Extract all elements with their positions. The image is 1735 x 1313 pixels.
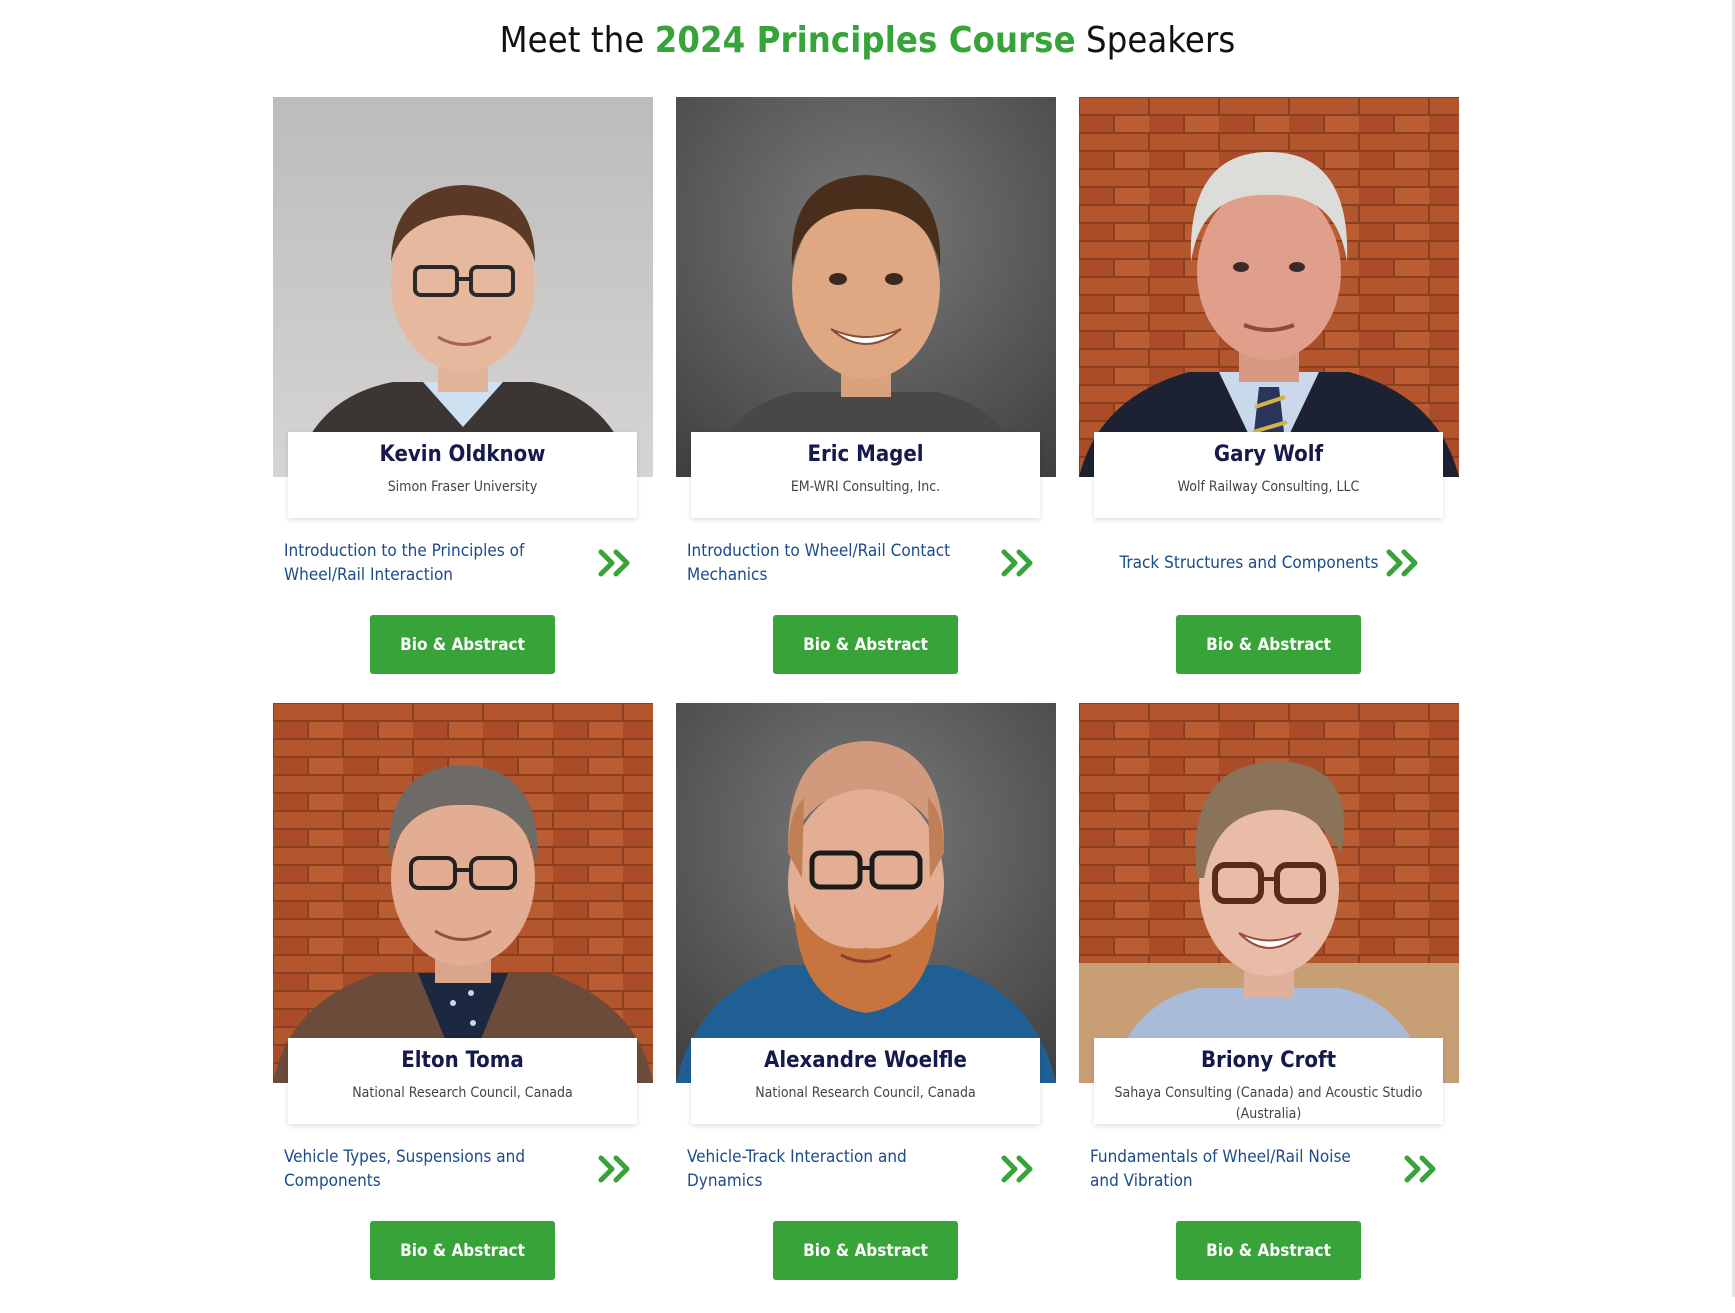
speaker-organization: National Research Council, Canada (352, 1085, 573, 1101)
double-chevron-right-icon[interactable] (1404, 1154, 1438, 1184)
speaker-topic[interactable]: Vehicle-Track Interaction and Dynamics (687, 1145, 977, 1193)
speaker-name: Kevin Oldknow (379, 442, 546, 467)
speaker-topic[interactable]: Track Structures and Components (1120, 551, 1379, 575)
speaker-name: Gary Wolf (1213, 442, 1324, 467)
speaker-card: Eric Magel EM-WRI Consulting, Inc. Intro… (676, 97, 1056, 707)
speaker-namebox: Briony Croft Sahaya Consulting (Canada) … (1094, 1038, 1443, 1124)
speaker-topic-link[interactable]: Introduction to the Principles of Wheel/… (284, 535, 644, 591)
bio-abstract-button[interactable]: Bio & Abstract (370, 1221, 555, 1280)
speaker-name: Elton Toma (401, 1048, 524, 1073)
page-title-accent: 2024 Principles Course (654, 20, 1076, 61)
speaker-photo (1079, 703, 1459, 1083)
speaker-organization: National Research Council, Canada (755, 1085, 976, 1101)
speaker-photo (273, 97, 653, 477)
speaker-topic[interactable]: Vehicle Types, Suspensions and Component… (284, 1145, 574, 1193)
speaker-card: Briony Croft Sahaya Consulting (Canada) … (1079, 703, 1459, 1313)
speaker-name: Alexandre Woelfle (764, 1048, 967, 1073)
speaker-photo (273, 703, 653, 1083)
bio-abstract-button[interactable]: Bio & Abstract (1176, 1221, 1361, 1280)
speaker-topic[interactable]: Introduction to the Principles of Wheel/… (284, 539, 574, 587)
speaker-organization: Simon Fraser University (387, 479, 538, 495)
speaker-topic-link[interactable]: Track Structures and Components (1090, 535, 1450, 591)
bio-abstract-button[interactable]: Bio & Abstract (773, 615, 958, 674)
speaker-namebox: Eric Magel EM-WRI Consulting, Inc. (691, 432, 1040, 518)
speaker-namebox: Gary Wolf Wolf Railway Consulting, LLC (1094, 432, 1443, 518)
speaker-namebox: Kevin Oldknow Simon Fraser University (288, 432, 637, 518)
speaker-name: Briony Croft (1200, 1048, 1337, 1073)
speaker-namebox: Alexandre Woelfle National Research Coun… (691, 1038, 1040, 1124)
speaker-organization: EM-WRI Consulting, Inc. (790, 479, 941, 495)
page-title: Meet the 2024 Principles Course Speakers (0, 20, 1735, 61)
speaker-topic-link[interactable]: Vehicle Types, Suspensions and Component… (284, 1141, 644, 1197)
speaker-topic[interactable]: Introduction to Wheel/Rail Contact Mecha… (687, 539, 977, 587)
speaker-topic-link[interactable]: Introduction to Wheel/Rail Contact Mecha… (687, 535, 1047, 591)
double-chevron-right-icon[interactable] (598, 1154, 632, 1184)
speaker-photo (676, 97, 1056, 477)
speaker-topic-link[interactable]: Fundamentals of Wheel/Rail Noise and Vib… (1090, 1141, 1450, 1197)
bio-abstract-button[interactable]: Bio & Abstract (773, 1221, 958, 1280)
double-chevron-right-icon[interactable] (598, 548, 632, 578)
speaker-namebox: Elton Toma National Research Council, Ca… (288, 1038, 637, 1124)
double-chevron-right-icon[interactable] (1001, 1154, 1035, 1184)
speaker-organization: Sahaya Consulting (Canada) and Acoustic … (1114, 1085, 1423, 1122)
page-title-prefix: Meet the (499, 20, 645, 61)
speaker-card: Elton Toma National Research Council, Ca… (273, 703, 653, 1313)
speaker-organization: Wolf Railway Consulting, LLC (1177, 479, 1360, 495)
speaker-topic-link[interactable]: Vehicle-Track Interaction and Dynamics (687, 1141, 1047, 1197)
page-title-suffix: Speakers (1086, 20, 1236, 61)
speaker-topic[interactable]: Fundamentals of Wheel/Rail Noise and Vib… (1090, 1145, 1380, 1193)
bio-abstract-button[interactable]: Bio & Abstract (370, 615, 555, 674)
bio-abstract-button[interactable]: Bio & Abstract (1176, 615, 1361, 674)
speaker-name: Eric Magel (807, 442, 924, 467)
speaker-card: Kevin Oldknow Simon Fraser University In… (273, 97, 653, 707)
speaker-photo (676, 703, 1056, 1083)
speaker-photo (1079, 97, 1459, 477)
speaker-card: Gary Wolf Wolf Railway Consulting, LLC T… (1079, 97, 1459, 707)
speaker-card: Alexandre Woelfle National Research Coun… (676, 703, 1056, 1313)
double-chevron-right-icon[interactable] (1001, 548, 1035, 578)
double-chevron-right-icon[interactable] (1386, 548, 1420, 578)
